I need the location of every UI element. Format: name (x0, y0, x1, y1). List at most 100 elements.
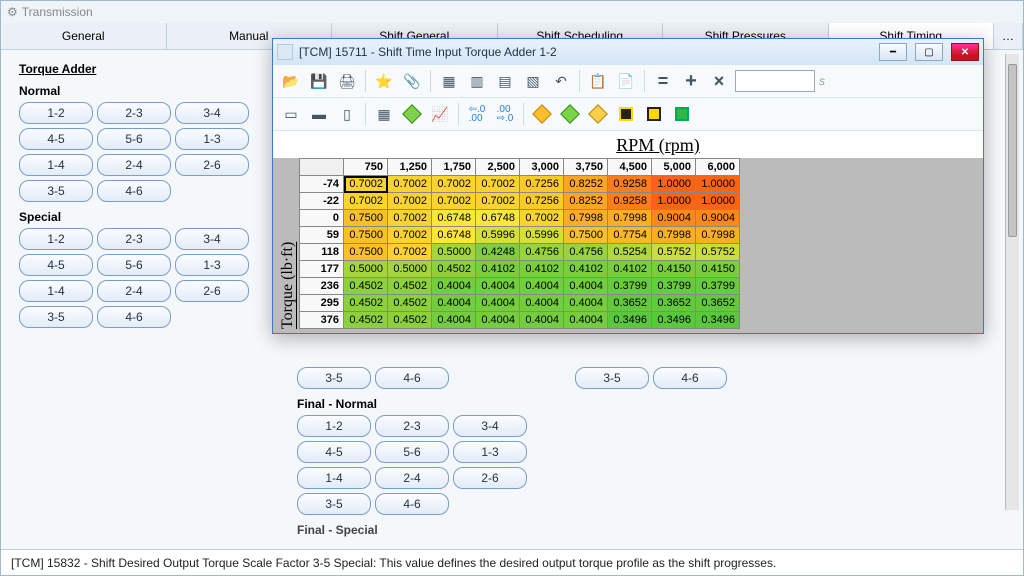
grid-cell[interactable]: 0.7002 (432, 193, 476, 210)
grid-cell[interactable]: 0.6748 (476, 210, 520, 227)
grid-cell[interactable]: 0.4502 (388, 278, 432, 295)
shift-button-3-5[interactable]: 3-5 (19, 180, 93, 202)
grid-cell[interactable]: 0.7754 (608, 227, 652, 244)
shift-button-1-3[interactable]: 1-3 (453, 441, 527, 463)
grid-cell[interactable]: 0.5996 (476, 227, 520, 244)
row-header[interactable]: 295 (300, 295, 344, 312)
grid-cell[interactable]: 0.4004 (520, 295, 564, 312)
grid-cell[interactable]: 0.4756 (520, 244, 564, 261)
shift-button-1-4[interactable]: 1-4 (19, 154, 93, 176)
row-header[interactable]: 376 (300, 312, 344, 329)
shift-button-3-5[interactable]: 3-5 (19, 306, 93, 328)
grid-cell[interactable]: 0.7002 (388, 244, 432, 261)
grid-cell[interactable]: 0.8252 (564, 176, 608, 193)
select-frame-3-icon[interactable] (670, 102, 694, 126)
close-button[interactable]: ✕ (951, 43, 979, 61)
shift-button-2-4[interactable]: 2-4 (97, 280, 171, 302)
shift-button-4-6[interactable]: 4-6 (375, 493, 449, 515)
shift-button-1-4[interactable]: 1-4 (19, 280, 93, 302)
grid-cell[interactable]: 0.9004 (652, 210, 696, 227)
shift-button-5-6[interactable]: 5-6 (375, 441, 449, 463)
grid-cell[interactable]: 0.9004 (696, 210, 740, 227)
grid-cell[interactable]: 0.4102 (564, 261, 608, 278)
grid-cell[interactable]: 0.3799 (696, 278, 740, 295)
grid-cell[interactable]: 0.5000 (344, 261, 388, 278)
shift-button-2-4[interactable]: 2-4 (97, 154, 171, 176)
shift-button-1-3[interactable]: 1-3 (175, 128, 249, 150)
grid-cell[interactable]: 0.7256 (520, 176, 564, 193)
col-header[interactable]: 3,750 (564, 159, 608, 176)
grid-cell[interactable]: 0.8252 (564, 193, 608, 210)
float-titlebar[interactable]: [TCM] 15711 - Shift Time Input Torque Ad… (273, 39, 983, 65)
grid-cell[interactable]: 0.4004 (476, 295, 520, 312)
grid-cell[interactable]: 0.5000 (388, 261, 432, 278)
grid-cell[interactable]: 0.4004 (520, 278, 564, 295)
grid-cell[interactable]: 0.5996 (520, 227, 564, 244)
tab-overflow[interactable]: … (994, 23, 1023, 49)
view-split-h-icon[interactable]: ▬ (307, 102, 331, 126)
grid-cell[interactable]: 0.7002 (388, 176, 432, 193)
shift-button-2-6[interactable]: 2-6 (175, 280, 249, 302)
grid-cell[interactable]: 0.4502 (344, 295, 388, 312)
shift-button-4-6[interactable]: 4-6 (375, 367, 449, 389)
grid-cell[interactable]: 0.7002 (476, 176, 520, 193)
attach-icon[interactable]: 📎 (400, 69, 424, 93)
grid-cell[interactable]: 0.4102 (476, 261, 520, 278)
view-single-icon[interactable]: ▭ (279, 102, 303, 126)
grid-cell[interactable]: 0.6748 (432, 227, 476, 244)
shift-button-2-6[interactable]: 2-6 (175, 154, 249, 176)
col-header[interactable]: 3,000 (520, 159, 564, 176)
save-icon[interactable]: 💾 (307, 69, 331, 93)
paste-icon[interactable]: 📄 (614, 69, 638, 93)
grid-cell[interactable]: 1.0000 (652, 193, 696, 210)
grid-cell[interactable]: 0.4004 (432, 278, 476, 295)
grid-cell[interactable]: 0.5000 (432, 244, 476, 261)
grid-cell[interactable]: 0.4004 (432, 295, 476, 312)
col-header[interactable]: 1,750 (432, 159, 476, 176)
row-header[interactable]: 59 (300, 227, 344, 244)
grid-cell[interactable]: 1.0000 (652, 176, 696, 193)
col-header[interactable]: 2,500 (476, 159, 520, 176)
grid-cell[interactable]: 0.4004 (564, 278, 608, 295)
shift-button-3-5[interactable]: 3-5 (575, 367, 649, 389)
shift-button-2-3[interactable]: 2-3 (97, 228, 171, 250)
grid-cell[interactable]: 0.4502 (432, 261, 476, 278)
tab-general[interactable]: General (1, 23, 167, 49)
shift-button-1-3[interactable]: 1-3 (175, 254, 249, 276)
grid-cell[interactable]: 0.5752 (652, 244, 696, 261)
grid-cell[interactable]: 0.4502 (344, 278, 388, 295)
grid-cell[interactable]: 0.4004 (564, 312, 608, 329)
shift-button-4-5[interactable]: 4-5 (19, 254, 93, 276)
grid-cell[interactable]: 0.7998 (696, 227, 740, 244)
decimals-less-icon[interactable]: ⇦.0.00 (465, 102, 489, 126)
grid-cell[interactable]: 0.4004 (476, 312, 520, 329)
maximize-button[interactable]: ▢ (915, 43, 943, 61)
grid-cell[interactable]: 0.4502 (344, 312, 388, 329)
grid-cell[interactable]: 0.7002 (388, 227, 432, 244)
row-header[interactable]: -74 (300, 176, 344, 193)
row-header[interactable]: 118 (300, 244, 344, 261)
shift-button-3-5[interactable]: 3-5 (297, 367, 371, 389)
value-input[interactable] (735, 70, 815, 92)
shift-button-4-5[interactable]: 4-5 (297, 441, 371, 463)
col-header[interactable]: 5,000 (652, 159, 696, 176)
grid-cell[interactable]: 1.0000 (696, 193, 740, 210)
grid-cell[interactable]: 0.7002 (388, 193, 432, 210)
row-header[interactable]: 0 (300, 210, 344, 227)
select-color-3-icon[interactable] (586, 102, 610, 126)
grid-cell[interactable]: 0.4004 (476, 278, 520, 295)
grid-cell[interactable]: 0.3496 (608, 312, 652, 329)
grid-del-row-icon[interactable]: ▤ (493, 69, 517, 93)
shift-button-3-5[interactable]: 3-5 (297, 493, 371, 515)
main-scrollbar[interactable] (1005, 54, 1019, 510)
grid-cell[interactable]: 0.7002 (388, 210, 432, 227)
grid-cell[interactable]: 0.7002 (520, 210, 564, 227)
grid-cell[interactable]: 0.4756 (564, 244, 608, 261)
shift-button-2-6[interactable]: 2-6 (453, 467, 527, 489)
grid-cell[interactable]: 0.9258 (608, 193, 652, 210)
grid-cell[interactable]: 0.4248 (476, 244, 520, 261)
undo-icon[interactable]: ↶ (549, 69, 573, 93)
grid-cell[interactable]: 0.3799 (608, 278, 652, 295)
minimize-button[interactable]: ━ (879, 43, 907, 61)
shift-button-2-3[interactable]: 2-3 (375, 415, 449, 437)
